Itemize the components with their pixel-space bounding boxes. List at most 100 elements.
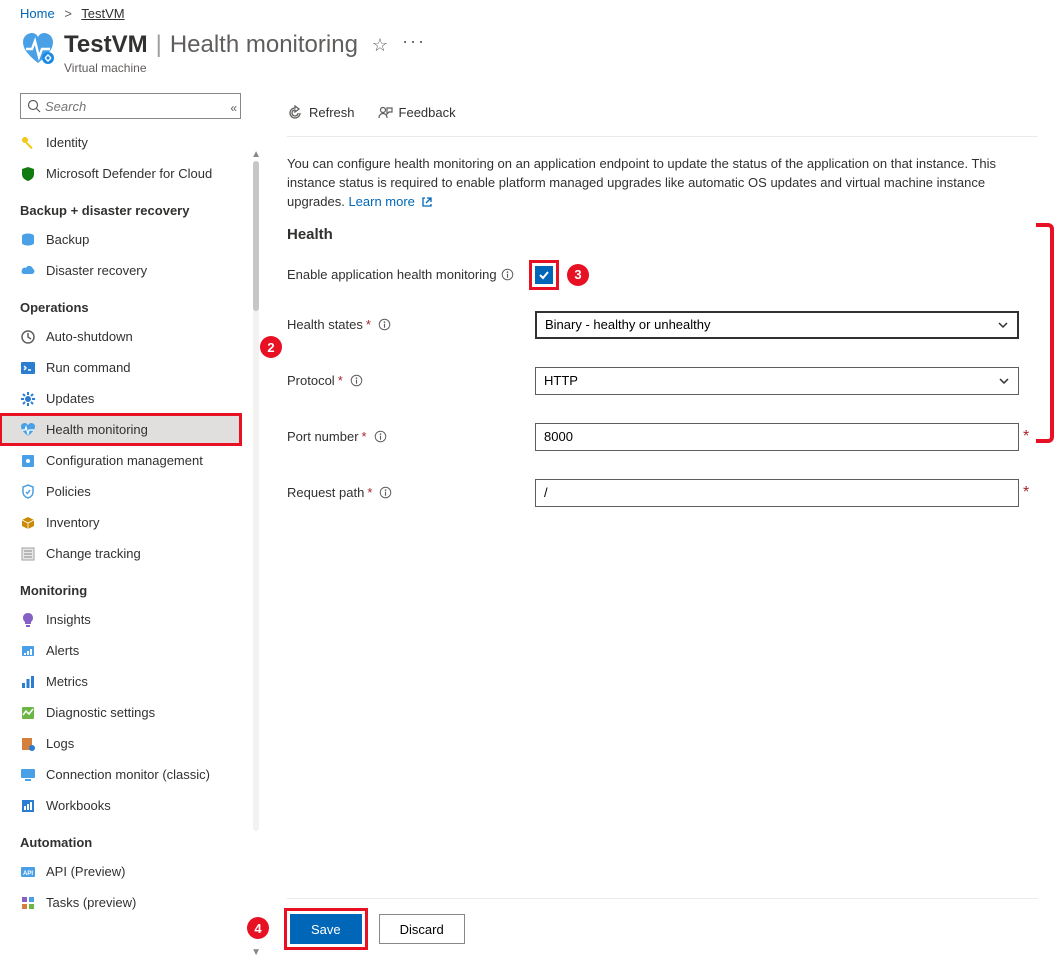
row-port: Port number * * — [287, 409, 1038, 465]
row-request-path: Request path * * — [287, 465, 1038, 521]
page-subtitle: Health monitoring — [170, 31, 358, 59]
toolbar: Refresh Feedback — [287, 89, 1038, 137]
resource-type-label: Virtual machine — [64, 61, 426, 75]
sidebar-item-identity[interactable]: Identity — [20, 127, 241, 158]
breadcrumb-separator: > — [64, 6, 72, 21]
info-icon[interactable] — [379, 486, 392, 499]
sidebar-item-logs[interactable]: Logs — [20, 728, 241, 759]
refresh-button[interactable]: Refresh — [287, 105, 355, 121]
sidebar-item-alerts[interactable]: Alerts — [20, 635, 241, 666]
sidebar-item-label: Diagnostic settings — [46, 705, 155, 720]
sidebar-item-label: Policies — [46, 484, 91, 499]
learn-more-link[interactable]: Learn more — [348, 194, 432, 209]
sidebar-item-label: Change tracking — [46, 546, 141, 561]
sidebar-item-label: Run command — [46, 360, 131, 375]
required-mark: * — [367, 485, 372, 500]
sidebar-section-monitoring: Monitoring — [20, 583, 241, 598]
lightbulb-icon — [20, 612, 36, 628]
sidebar-item-label: Auto-shutdown — [46, 329, 133, 344]
sidebar-item-policies[interactable]: Policies — [20, 476, 241, 507]
clock-icon — [20, 329, 36, 345]
sidebar-section-operations: Operations — [20, 300, 241, 315]
save-button[interactable]: Save — [290, 914, 362, 944]
diag-icon — [20, 705, 36, 721]
port-label: Port number — [287, 429, 359, 444]
sidebar-item-label: Insights — [46, 612, 91, 627]
sidebar-item-insights[interactable]: Insights — [20, 604, 241, 635]
sidebar-item-run-command[interactable]: Run command — [20, 352, 241, 383]
enable-health-label: Enable application health monitoring — [287, 267, 497, 282]
sidebar-item-label: API (Preview) — [46, 864, 125, 879]
info-icon[interactable] — [501, 268, 514, 281]
sidebar-item-updates[interactable]: Updates — [20, 383, 241, 414]
check-icon — [538, 269, 550, 281]
metrics-icon — [20, 674, 36, 690]
sidebar-item-disaster-recovery[interactable]: Disaster recovery — [20, 255, 241, 286]
sidebar-item-label: Metrics — [46, 674, 88, 689]
backup-icon — [20, 232, 36, 248]
required-mark: * — [338, 373, 343, 388]
sidebar-section-backup: Backup + disaster recovery — [20, 203, 241, 218]
sidebar-search-input[interactable] — [20, 93, 241, 119]
sidebar-section-automation: Automation — [20, 835, 241, 850]
list-icon — [20, 546, 36, 562]
info-icon[interactable] — [350, 374, 363, 387]
request-path-input[interactable] — [535, 479, 1019, 507]
sidebar-item-label: Updates — [46, 391, 94, 406]
protocol-label: Protocol — [287, 373, 335, 388]
required-indicator: * — [1023, 428, 1029, 446]
page-title: TestVM — [64, 31, 148, 59]
breadcrumb-current[interactable]: TestVM — [81, 6, 124, 21]
heart-pulse-icon — [20, 422, 36, 438]
health-states-label: Health states — [287, 317, 363, 332]
sidebar-item-config-mgmt[interactable]: Configuration management — [20, 445, 241, 476]
sidebar-item-label: Inventory — [46, 515, 99, 530]
sidebar-item-change-tracking[interactable]: Change tracking — [20, 538, 241, 569]
collapse-sidebar-icon[interactable]: « — [230, 101, 237, 115]
sidebar-item-defender[interactable]: Microsoft Defender for Cloud — [20, 158, 241, 189]
vm-health-icon — [20, 31, 56, 67]
info-icon[interactable] — [374, 430, 387, 443]
discard-button[interactable]: Discard — [379, 914, 465, 944]
shield-icon — [20, 166, 36, 182]
sidebar-item-health-monitoring[interactable]: Health monitoring — [0, 414, 241, 445]
sidebar-item-tasks-preview[interactable]: Tasks (preview) — [20, 887, 241, 918]
sidebar-item-backup[interactable]: Backup — [20, 224, 241, 255]
monitor-icon — [20, 767, 36, 783]
annotation-bracket — [1036, 223, 1054, 443]
sidebar-item-diagnostic-settings[interactable]: Diagnostic settings — [20, 697, 241, 728]
workbook-icon — [20, 798, 36, 814]
protocol-select[interactable]: HTTP — [535, 367, 1019, 395]
sidebar-item-label: Workbooks — [46, 798, 111, 813]
sidebar-item-workbooks[interactable]: Workbooks — [20, 790, 241, 821]
sidebar-item-metrics[interactable]: Metrics — [20, 666, 241, 697]
favorite-star-icon[interactable]: ☆ — [372, 35, 388, 56]
row-health-states: Health states * Binary - healthy or unhe… — [287, 297, 1038, 353]
more-actions-icon[interactable]: ··· — [402, 31, 426, 52]
sidebar-item-label: Tasks (preview) — [46, 895, 136, 910]
wrench-icon — [20, 453, 36, 469]
required-mark: * — [362, 429, 367, 444]
health-states-select[interactable]: Binary - healthy or unhealthy — [535, 311, 1019, 339]
breadcrumb: Home > TestVM — [0, 0, 1058, 25]
refresh-icon — [287, 105, 303, 121]
sidebar: « ▲ ▼ Identity Microsoft Defender for Cl… — [0, 89, 241, 957]
sidebar-item-connection-monitor[interactable]: Connection monitor (classic) — [20, 759, 241, 790]
breadcrumb-home[interactable]: Home — [20, 6, 55, 21]
policy-icon — [20, 484, 36, 500]
feedback-button[interactable]: Feedback — [377, 105, 456, 121]
main-panel: Refresh Feedback You can configure healt… — [241, 89, 1058, 957]
sidebar-item-auto-shutdown[interactable]: Auto-shutdown — [20, 321, 241, 352]
request-path-label: Request path — [287, 485, 364, 500]
page-header: TestVM | Health monitoring ☆ ··· Virtual… — [0, 25, 1058, 89]
callout-2: 2 — [260, 336, 282, 358]
port-input[interactable] — [535, 423, 1019, 451]
refresh-label: Refresh — [309, 105, 355, 120]
sidebar-item-label: Microsoft Defender for Cloud — [46, 166, 212, 181]
sidebar-item-inventory[interactable]: Inventory — [20, 507, 241, 538]
sidebar-item-api-preview[interactable]: API API (Preview) — [20, 856, 241, 887]
cloud-sync-icon — [20, 263, 36, 279]
info-icon[interactable] — [378, 318, 391, 331]
row-enable-health: Enable application health monitoring 3 — [287, 253, 1038, 297]
enable-health-checkbox[interactable] — [535, 266, 553, 284]
